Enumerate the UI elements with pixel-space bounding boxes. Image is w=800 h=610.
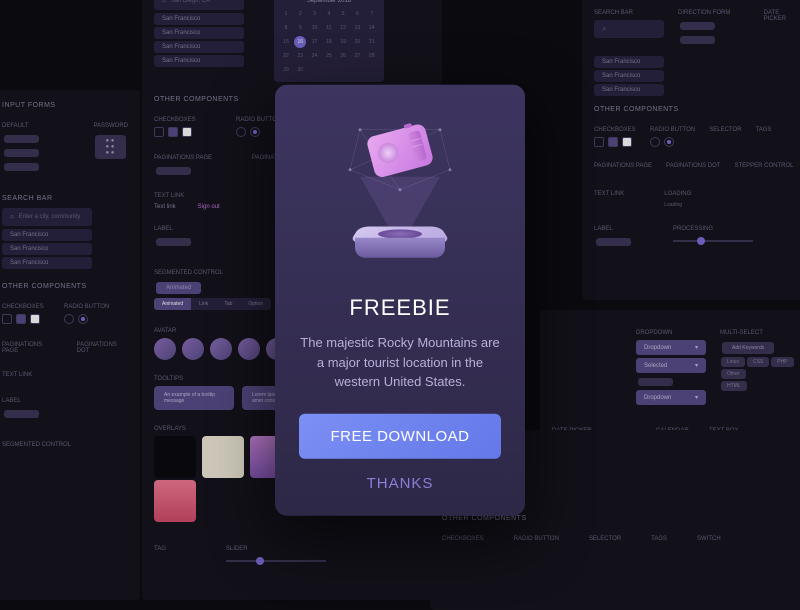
radio[interactable] (64, 314, 74, 324)
tag[interactable]: Linux (721, 357, 745, 367)
panel-right-top: SEARCH BAR DIRECTION FORM DATE PICKER Sa… (582, 0, 800, 300)
modal-title: FREEBIE (299, 295, 501, 321)
list-item[interactable]: San Francisco (2, 229, 92, 241)
sign-out-link[interactable]: Sign out (198, 204, 220, 210)
modal-description: The majestic Rocky Mountains are a major… (299, 333, 501, 392)
calendar[interactable]: September 2018 1234567 891011121314 1516… (274, 0, 384, 82)
avatar[interactable] (154, 338, 176, 360)
input-password[interactable]: ● ● ● ● ● ● (95, 135, 126, 159)
slider[interactable] (226, 560, 326, 562)
checkbox[interactable] (2, 314, 12, 324)
download-button[interactable]: FREE DOWNLOAD (299, 413, 501, 458)
input-default[interactable] (4, 135, 39, 143)
hologram-illustration (340, 115, 460, 275)
tooltip: An example of a tooltip message (154, 386, 234, 410)
text-link[interactable]: Text link (154, 204, 176, 210)
panel-left: INPUT FORMS DEFAULT PASSWORD ● ● ● ● ● ●… (0, 90, 140, 600)
freebie-modal: FREEBIE The majestic Rocky Mountains are… (275, 85, 525, 516)
segmented-control[interactable]: AnimatedLinkTabOption (154, 298, 271, 310)
search-input[interactable]: San Diego, CA (154, 0, 244, 10)
heading-input-forms: INPUT FORMS (2, 102, 128, 109)
dropdown[interactable]: Dropdown▾ (636, 340, 706, 355)
search-input[interactable]: Enter a city, community (2, 208, 92, 226)
segment-button[interactable]: Animated (156, 282, 201, 294)
thanks-link[interactable]: THANKS (299, 474, 501, 491)
